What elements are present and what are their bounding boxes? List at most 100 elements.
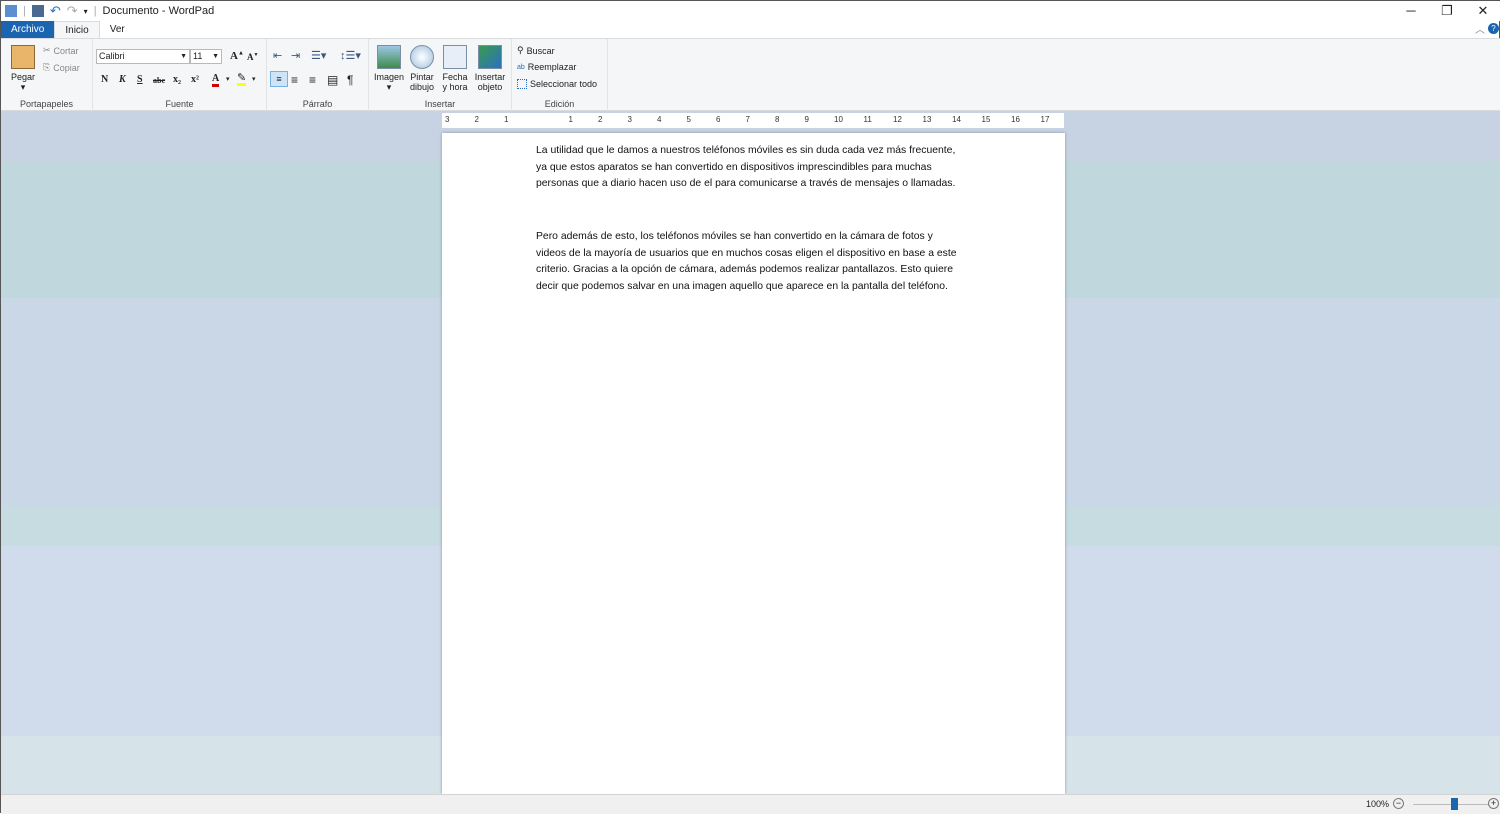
ruler-label: 11 bbox=[863, 115, 872, 124]
zoom-in-button[interactable]: + bbox=[1488, 798, 1499, 809]
ruler-label: 1 bbox=[568, 115, 573, 124]
ruler-label: 7 bbox=[745, 115, 750, 124]
ribbon: Pegar ▾ ✂ Cortar ⎘ Copiar Portapapeles Cali… bbox=[1, 38, 1500, 111]
binoculars-icon: ⚲ bbox=[517, 45, 524, 55]
copy-icon: ⎘ bbox=[43, 62, 51, 72]
underline-button[interactable]: S bbox=[137, 74, 143, 85]
document-workspace: 3 2 1 1 2 3 4 5 6 7 8 9 10 11 12 13 14 15 16 17 La utilidad… bbox=[1, 111, 1500, 794]
text-line: ya que estos aparatos se han convertido … bbox=[536, 161, 932, 173]
ruler-label: 4 bbox=[657, 115, 662, 124]
help-icon[interactable]: ? bbox=[1488, 23, 1499, 34]
font-family-select[interactable]: Calibri ▼ bbox=[96, 49, 190, 64]
ruler-label: 5 bbox=[686, 115, 691, 124]
ruler-label: 16 bbox=[1011, 115, 1020, 124]
ruler-label: 14 bbox=[952, 115, 961, 124]
align-left-icon[interactable]: ≡ bbox=[270, 71, 288, 87]
ruler-label: 17 bbox=[1040, 115, 1050, 124]
text-line: La utilidad que le damos a nuestros telé… bbox=[536, 145, 956, 156]
bold-button[interactable]: N bbox=[101, 74, 108, 85]
ruler-label: 6 bbox=[716, 115, 721, 124]
scissors-icon: ✂ bbox=[43, 45, 51, 55]
clipboard-icon bbox=[11, 45, 35, 69]
zoom-level: 100% bbox=[1366, 799, 1390, 809]
ruler-label: 2 bbox=[474, 115, 479, 124]
replace-icon: ab bbox=[517, 63, 525, 71]
image-icon bbox=[377, 45, 401, 69]
line-spacing-icon[interactable]: ↕☰▾ bbox=[340, 49, 361, 62]
shrink-font-icon[interactable]: A▼ bbox=[247, 52, 258, 62]
status-bar: 100% − + bbox=[1, 794, 1500, 814]
ruler-label: 3 bbox=[445, 115, 450, 124]
increase-indent-icon[interactable]: ⇥ bbox=[291, 49, 300, 62]
ruler-label: 8 bbox=[775, 115, 780, 124]
paragraph-2[interactable]: Pero además de esto, los teléfonos móvil… bbox=[536, 229, 976, 295]
restore-button[interactable]: ❐ bbox=[1429, 1, 1465, 21]
insert-object-button[interactable]: Insertar objeto bbox=[472, 45, 508, 92]
font-size-select[interactable]: 11 ▼ bbox=[190, 49, 222, 64]
find-button[interactable]: ⚲ Buscar bbox=[517, 45, 555, 56]
zoom-slider-thumb[interactable] bbox=[1451, 798, 1458, 810]
customize-quick-access-icon[interactable]: ▾ bbox=[84, 7, 88, 16]
zoom-out-button[interactable]: − bbox=[1393, 798, 1404, 809]
tab-inicio[interactable]: Inicio bbox=[54, 21, 100, 38]
ruler-label: 2 bbox=[598, 115, 603, 124]
group-insert: Imagen ▾ Pintar dibujo Fecha y hora Inserta… bbox=[369, 39, 512, 111]
tab-archivo[interactable]: Archivo bbox=[1, 21, 55, 38]
select-all-button[interactable]: Seleccionar todo bbox=[517, 79, 597, 89]
paint-drawing-button[interactable]: Pintar dibujo bbox=[406, 45, 438, 92]
save-icon[interactable] bbox=[31, 5, 44, 17]
superscript-button[interactable]: x² bbox=[191, 74, 199, 85]
ruler-label: 9 bbox=[804, 115, 809, 124]
group-font: Calibri ▼ 11 ▼ A▲ A▼ N K S abc x₂ x² A ▾ ✎ ▾… bbox=[93, 39, 267, 111]
date-time-button[interactable]: Fecha y hora bbox=[439, 45, 471, 92]
ruler-label: 1 bbox=[504, 115, 509, 124]
italic-button[interactable]: K bbox=[119, 74, 126, 85]
ruler-label: 15 bbox=[981, 115, 991, 124]
collapse-ribbon-icon[interactable]: ︿ bbox=[1475, 21, 1485, 36]
strikethrough-button[interactable]: abc bbox=[153, 76, 165, 85]
justify-icon[interactable]: ▤ bbox=[327, 73, 338, 87]
tab-ver[interactable]: Ver bbox=[100, 21, 135, 38]
select-all-icon bbox=[517, 79, 527, 89]
bullets-icon[interactable]: ☰▾ bbox=[311, 49, 326, 62]
undo-icon[interactable]: ↶ bbox=[50, 3, 61, 19]
ruler-label: 3 bbox=[627, 115, 632, 124]
paragraph-1[interactable]: La utilidad que le damos a nuestros telé… bbox=[536, 143, 976, 193]
document-page[interactable]: La utilidad que le damos a nuestros telé… bbox=[442, 133, 1065, 794]
copy-button[interactable]: ⎘ Copiar bbox=[43, 62, 80, 73]
font-color-icon[interactable]: A bbox=[212, 74, 220, 87]
wordpad-app-icon bbox=[5, 5, 17, 17]
subscript-button[interactable]: x₂ bbox=[173, 74, 181, 85]
replace-button[interactable]: ab Reemplazar bbox=[517, 62, 576, 72]
group-edit: ⚲ Buscar ab Reemplazar Seleccionar todo Ed… bbox=[512, 39, 608, 111]
text-line: criterio. Gracias a la opción de cámara,… bbox=[536, 264, 953, 275]
grow-font-icon[interactable]: A▲ bbox=[230, 50, 244, 62]
calendar-icon bbox=[443, 45, 467, 69]
palette-icon bbox=[410, 45, 434, 69]
redo-icon[interactable]: ↷ bbox=[67, 3, 78, 19]
paste-button[interactable]: Pegar ▾ bbox=[7, 45, 39, 92]
text-line: videos de la mayoría de usuarios que en … bbox=[536, 247, 957, 259]
minimize-button[interactable]: ─ bbox=[1393, 1, 1429, 21]
insert-image-button[interactable]: Imagen ▾ bbox=[372, 45, 406, 92]
highlight-icon[interactable]: ✎ bbox=[237, 73, 247, 86]
title-bar: | ↶ ↷ ▾ | Documento - WordPad ─ ❐ ✕ bbox=[1, 1, 1500, 21]
window-title: Documento - WordPad bbox=[102, 5, 215, 17]
align-center-icon[interactable]: ≡ bbox=[291, 73, 298, 87]
ruler-label: 12 bbox=[893, 115, 902, 124]
ruler-label: 13 bbox=[922, 115, 932, 124]
text-line: Pero además de esto, los teléfonos móvil… bbox=[536, 231, 933, 242]
paragraph-settings-icon[interactable]: ¶ bbox=[347, 73, 353, 87]
ruler-label: 10 bbox=[834, 115, 843, 124]
align-right-icon[interactable]: ≡ bbox=[309, 73, 316, 87]
cut-button[interactable]: ✂ Cortar bbox=[43, 45, 79, 56]
group-paragraph: ⇤ ⇥ ☰▾ ↕☰▾ ≡ ≡ ≡ ▤ ¶ Párrafo bbox=[267, 39, 369, 111]
text-line: decir que podemos salvar en una imagen a… bbox=[536, 280, 948, 292]
text-line: personas que a diario hacen uso de el pa… bbox=[536, 178, 956, 189]
object-icon bbox=[478, 45, 502, 69]
ruler[interactable]: 3 2 1 1 2 3 4 5 6 7 8 9 10 11 12 13 14 15 16 17 bbox=[442, 113, 1064, 128]
close-button[interactable]: ✕ bbox=[1465, 1, 1500, 21]
ribbon-tabs: Archivo Inicio Ver ︿ ? bbox=[1, 21, 1500, 38]
group-clipboard: Pegar ▾ ✂ Cortar ⎘ Copiar Portapapeles bbox=[1, 39, 93, 111]
decrease-indent-icon[interactable]: ⇤ bbox=[273, 49, 282, 62]
